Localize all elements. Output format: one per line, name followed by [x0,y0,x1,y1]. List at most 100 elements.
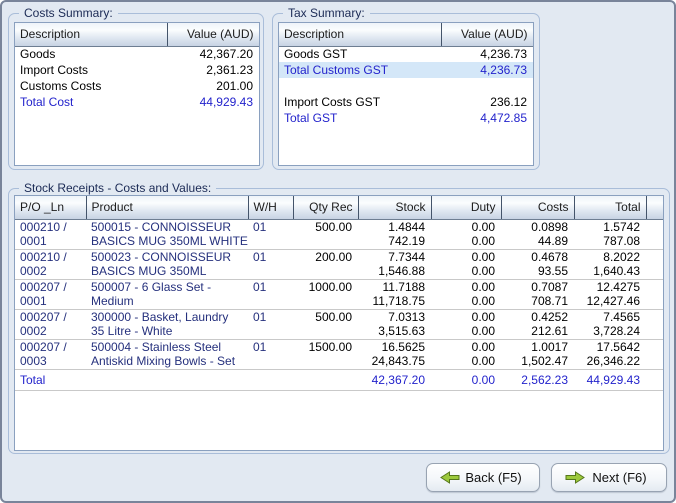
summary-description: Total Cost [15,94,167,110]
total-cell: 44,929.43 [574,369,646,390]
summary-row[interactable]: Total GST4,472.85 [279,110,533,126]
summary-row[interactable]: Customs Costs201.00 [15,78,259,94]
summary-value: 42,367.20 [167,46,259,62]
costs-cell: 1.0017 [501,339,574,354]
column-header-description: Description [279,23,441,46]
next-button[interactable]: Next (F6) [551,463,667,492]
po-ln-cell: 000210 / [15,249,86,264]
qty-rec-cell: 500.00 [293,219,358,234]
wh-cell [248,234,293,249]
stock-row-line2[interactable]: 000235 Litre - White 3,515.630.00212.613… [15,324,663,339]
stock-cell: 42,367.20 [358,369,431,390]
stock-row-line2[interactable]: 0001Medium 11,718.750.00708.7112,427.46 [15,294,663,309]
stock-cell: 3,515.63 [358,324,431,339]
wh-cell [248,324,293,339]
costs-cell: 212.61 [501,324,574,339]
filler-cell [646,264,663,279]
wh-cell [248,264,293,279]
product-cell: Medium [86,294,248,309]
duty-cell: 0.00 [431,249,501,264]
po-ln-cell: 000207 / [15,339,86,354]
summary-row[interactable]: Import Costs2,361.23 [15,62,259,78]
total-cell: 1,640.43 [574,264,646,279]
next-arrow-icon [565,471,585,484]
back-button[interactable]: Back (F5) [426,463,540,492]
po-ln-cell: 000207 / [15,279,86,294]
total-cell: 787.08 [574,234,646,249]
back-arrow-icon [440,471,460,484]
summary-row[interactable] [279,78,533,94]
costs-cell: 0.4678 [501,249,574,264]
duty-cell: 0.00 [431,219,501,234]
stock-row-line1[interactable]: 000207 /500004 - Stainless Steel011500.0… [15,339,663,354]
product-cell: 500007 - 6 Glass Set - [86,279,248,294]
product-cell: 500023 - CONNOISSEUR [86,249,248,264]
summary-description: Import Costs GST [279,94,441,110]
total-cell: 12,427.46 [574,294,646,309]
wh-cell: 01 [248,219,293,234]
costs-summary-table: Description Value (AUD) Goods42,367.20Im… [14,22,260,166]
filler-cell [646,354,663,369]
receipt-costs-window: Costs Summary: Description Value (AUD) G… [0,0,676,503]
total-cell: 1.5742 [574,219,646,234]
stock-cell: 7.0313 [358,309,431,324]
tax-summary-header-row: Description Value (AUD) [279,23,533,46]
stock-cell: 742.19 [358,234,431,249]
summary-description: Total GST [279,110,441,126]
total-label-cell: Total [15,369,86,390]
duty-cell: 0.00 [431,339,501,354]
duty-cell: 0.00 [431,369,501,390]
qty-rec-cell [293,294,358,309]
stock-row-line2[interactable]: 0001BASICS MUG 350ML WHITE 742.190.0044.… [15,234,663,249]
qty-rec-cell: 1500.00 [293,339,358,354]
po-ln-cell: 0003 [15,354,86,369]
total-cell: 3,728.24 [574,324,646,339]
stock-row-line1[interactable]: 000207 /300000 - Basket, Laundry01500.00… [15,309,663,324]
filler-cell [646,324,663,339]
wh-cell: 01 [248,249,293,264]
filler-cell [646,279,663,294]
column-header-qty-rec: Qty Rec [293,196,358,219]
total-cell: 26,346.22 [574,354,646,369]
costs-cell: 0.4252 [501,309,574,324]
column-header-value-aud: Value (AUD) [441,23,533,46]
stock-total-row: Total 42,367.200.002,562.2344,929.43 [15,369,663,390]
summary-value: 201.00 [167,78,259,94]
costs-cell: 2,562.23 [501,369,574,390]
summary-row[interactable]: Goods42,367.20 [15,46,259,62]
summary-description: Goods GST [279,46,441,62]
po-ln-cell: 000210 / [15,219,86,234]
column-header-costs: Costs [501,196,574,219]
qty-rec-cell: 200.00 [293,249,358,264]
column-header-product: Product [86,196,248,219]
product-cell: BASICS MUG 350ML [86,264,248,279]
tax-summary-title: Tax Summary: [283,6,370,20]
stock-row-line1[interactable]: 000210 /500023 - CONNOISSEUR01200.007.73… [15,249,663,264]
product-cell: 35 Litre - White [86,324,248,339]
duty-cell: 0.00 [431,324,501,339]
wh-cell: 01 [248,339,293,354]
stock-receipts-header-row: P/O _Ln Product W/H Qty Rec Stock Duty C… [15,196,663,219]
costs-cell: 1,502.47 [501,354,574,369]
duty-cell: 0.00 [431,279,501,294]
costs-cell: 0.0898 [501,219,574,234]
summary-value: 2,361.23 [167,62,259,78]
stock-cell: 16.5625 [358,339,431,354]
summary-row[interactable]: Total Customs GST4,236.73 [279,62,533,78]
po-ln-cell: 000207 / [15,309,86,324]
product-cell: 300000 - Basket, Laundry [86,309,248,324]
qty-rec-cell: 1000.00 [293,279,358,294]
summary-row[interactable]: Goods GST4,236.73 [279,46,533,62]
qty-rec-cell [293,369,358,390]
stock-cell: 7.7344 [358,249,431,264]
stock-row-line2[interactable]: 0003Antiskid Mixing Bowls - Set 24,843.7… [15,354,663,369]
stock-receipts-table: P/O _Ln Product W/H Qty Rec Stock Duty C… [14,195,664,451]
total-cell: 17.5642 [574,339,646,354]
product-cell: Antiskid Mixing Bowls - Set [86,354,248,369]
stock-row-line2[interactable]: 0002BASICS MUG 350ML 1,546.880.0093.551,… [15,264,663,279]
stock-row-line1[interactable]: 000210 /500015 - CONNOISSEUR01500.001.48… [15,219,663,234]
stock-row-line1[interactable]: 000207 /500007 - 6 Glass Set -011000.001… [15,279,663,294]
summary-row[interactable]: Import Costs GST236.12 [279,94,533,110]
summary-row[interactable]: Total Cost44,929.43 [15,94,259,110]
wh-cell [248,294,293,309]
